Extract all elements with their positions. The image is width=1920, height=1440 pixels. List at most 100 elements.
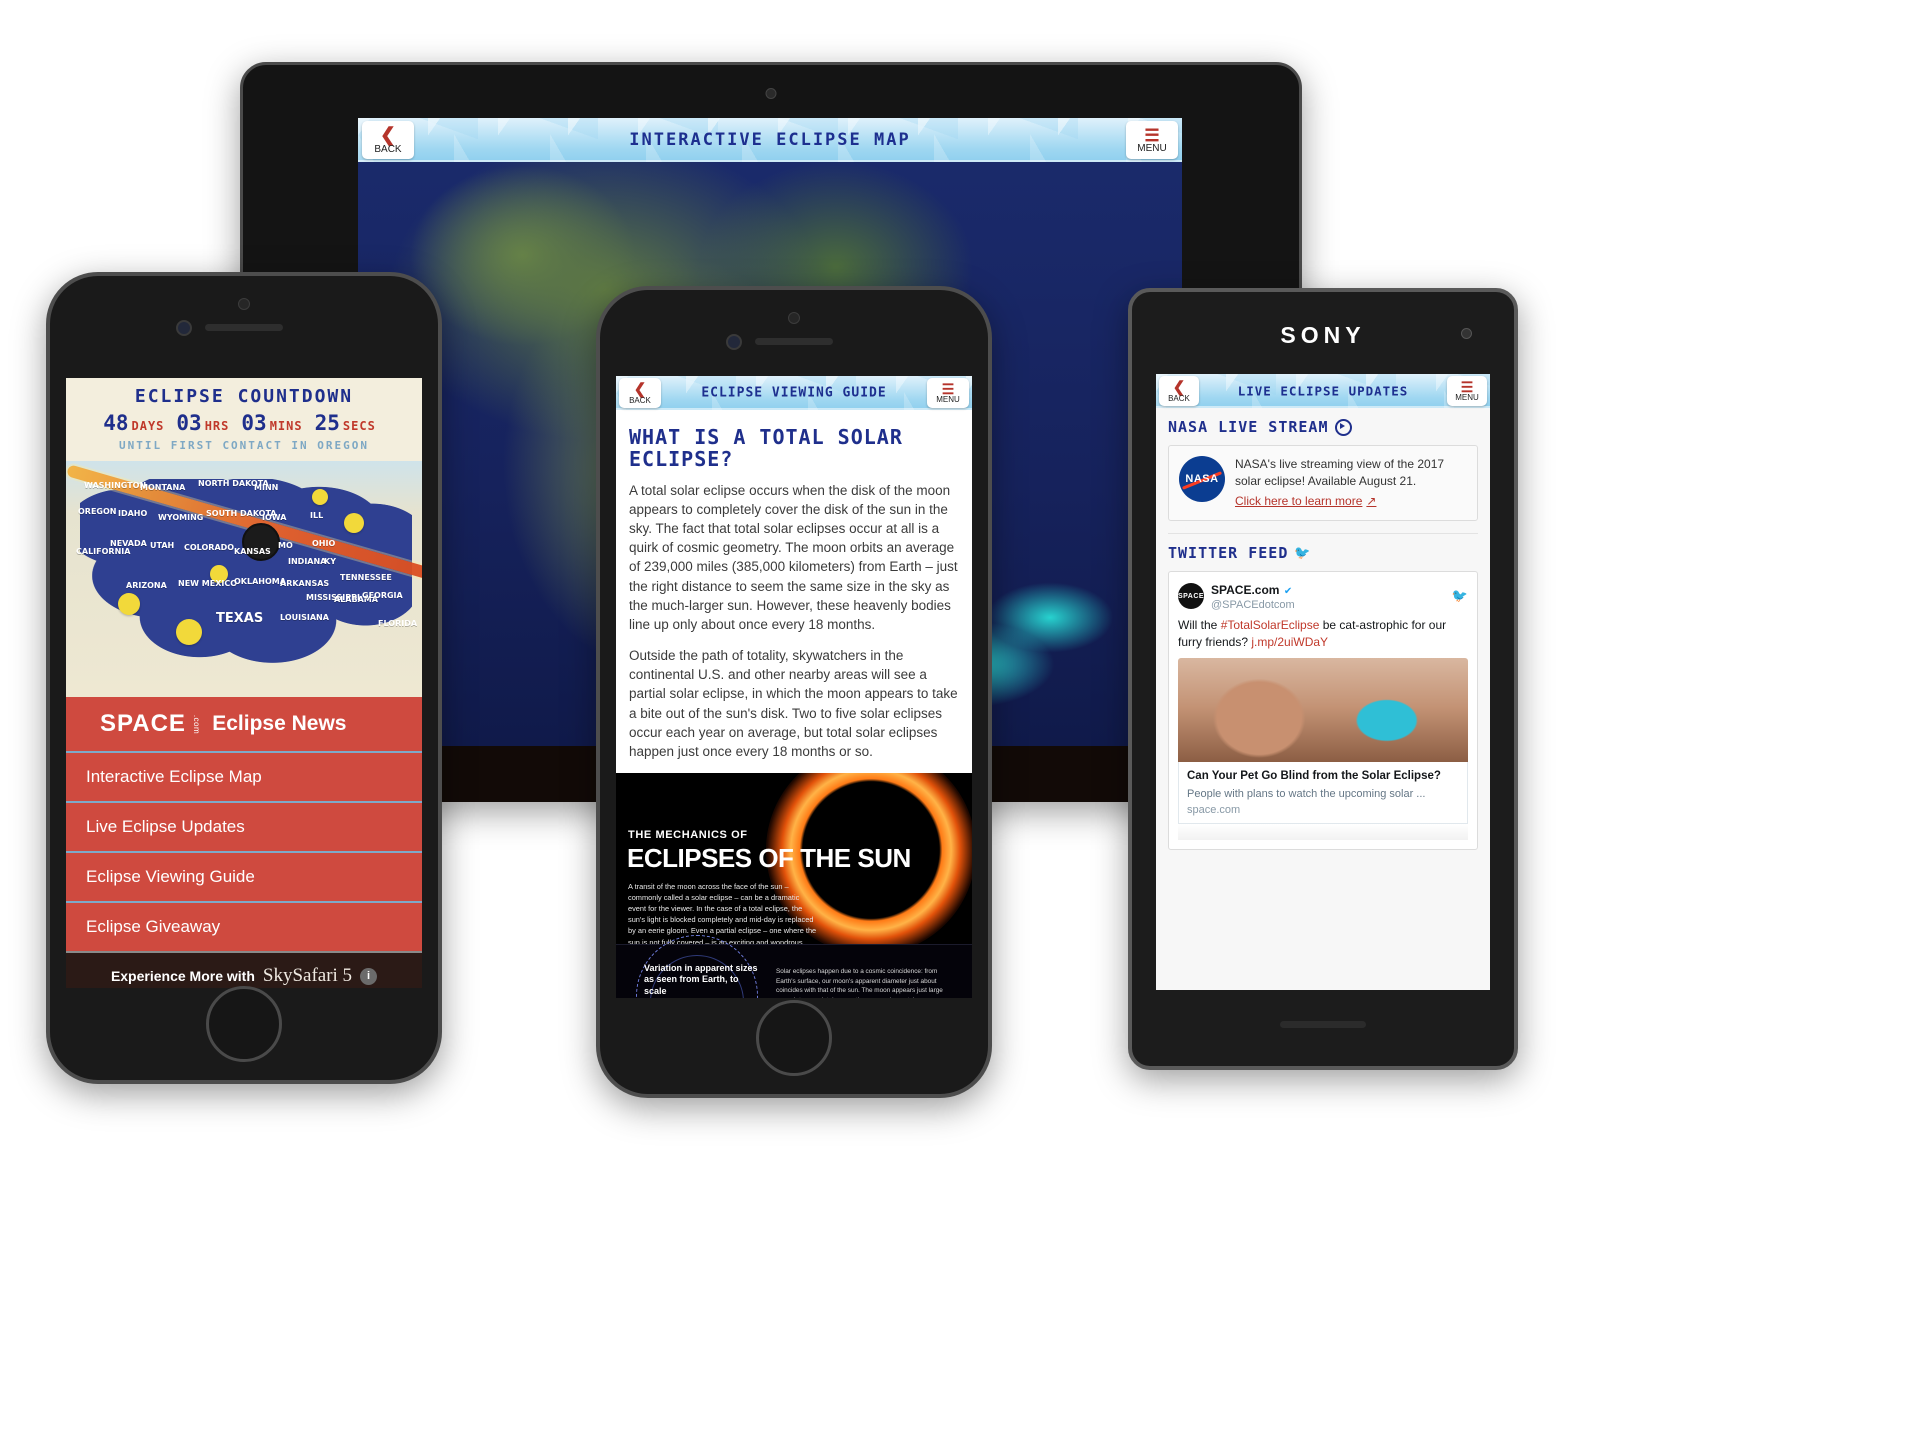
nav-item-label: Interactive Eclipse Map [86, 767, 262, 786]
tweet-hashtag[interactable]: #TotalSolarEclipse [1221, 618, 1320, 632]
section-title-label: NASA LIVE STREAM [1168, 418, 1329, 436]
tweet-media-image[interactable] [1178, 657, 1468, 762]
twitter-feed-section: TWITTER FEED 🐦 SPACE SPACE.com ✔ @SPACEd… [1156, 534, 1490, 850]
tweet-feed-fade [1178, 823, 1468, 840]
tweet-author-row: SPACE.com ✔ [1211, 581, 1295, 599]
article-paragraph-1: A total solar eclipse occurs when the di… [629, 482, 958, 632]
countdown-mins-value: 03 [241, 411, 267, 435]
countdown-values: 48 DAYS 03 HRS 03 MINS 25 SECS [72, 411, 416, 435]
countdown-hours-value: 03 [176, 411, 202, 435]
page-title: LIVE ECLIPSE UPDATES [1237, 383, 1409, 399]
front-camera-icon [726, 334, 742, 350]
section-title-nasa: NASA LIVE STREAM [1168, 418, 1478, 436]
nav-item-eclipse-giveaway[interactable]: Eclipse Giveaway [66, 903, 422, 953]
nav-item-label: Live Eclipse Updates [86, 817, 245, 836]
tweet-card-title: Can Your Pet Go Blind from the Solar Ecl… [1187, 769, 1441, 782]
article-heading: WHAT IS A TOTAL SOLAR ECLIPSE? [629, 425, 903, 472]
nav-item-label: Eclipse Viewing Guide [86, 867, 255, 886]
proximity-sensor-icon [788, 312, 800, 324]
skysafari-promo-bar[interactable]: Experience More with SkySafari 5 i [66, 953, 422, 988]
tweet-link-card[interactable]: Can Your Pet Go Blind from the Solar Ecl… [1178, 761, 1468, 824]
promo-product-label: SkySafari 5 [262, 965, 353, 986]
nav-item-eclipse-viewing-guide[interactable]: Eclipse Viewing Guide [66, 853, 422, 903]
hamburger-icon: ☰ [941, 381, 955, 397]
nasa-card-text: NASA's live streaming view of the 2017 s… [1235, 457, 1445, 489]
guide-article: WHAT IS A TOTAL SOLAR ECLIPSE? A total s… [616, 410, 972, 998]
menu-button[interactable]: ☰ MENU [1447, 376, 1487, 406]
brand-header[interactable]: SPACE .com Eclipse News [66, 697, 422, 753]
nasa-learn-more-link[interactable]: Click here to learn more ↗ [1235, 494, 1376, 508]
us-state-labels: WASHINGTON MONTANA NORTH DAKOTA MINN ORE… [76, 479, 418, 628]
earpiece-speaker [755, 338, 833, 345]
sony-brand-label: SONY [1280, 322, 1366, 348]
brand-tail-label: Eclipse News [212, 712, 347, 735]
play-circle-icon[interactable] [1334, 418, 1352, 436]
avatar: SPACE [1178, 583, 1204, 610]
guide-app-bar: ❮ BACK ECLIPSE VIEWING GUIDE ☰ MENU [616, 376, 972, 410]
phone-left-device: ECLIPSE COUNTDOWN 48 DAYS 03 HRS 03 MINS… [46, 272, 442, 1084]
nasa-logo-icon: NASA [1179, 456, 1225, 502]
phone-right-device: SONY ❮ BACK LIVE ECLIPSE UPDATES ☰ MENU … [1128, 288, 1518, 1070]
front-camera-icon [176, 320, 192, 336]
tweet-link[interactable]: j.mp/2uiWDaY [1251, 635, 1328, 649]
article-paragraph-2: Outside the path of totality, skywatcher… [629, 648, 958, 759]
infographic-title: ECLIPSES OF THE SUN [627, 842, 911, 873]
page-title: ECLIPSE VIEWING GUIDE [701, 385, 887, 401]
menu-button[interactable]: ☰ MENU [1126, 121, 1178, 159]
eclipse-countdown-panel: ECLIPSE COUNTDOWN 48 DAYS 03 HRS 03 MINS… [66, 378, 422, 461]
info-icon[interactable]: i [360, 967, 378, 985]
phone-right-screen: ❮ BACK LIVE ECLIPSE UPDATES ☰ MENU NASA … [1156, 374, 1490, 990]
phone-left-screen: ECLIPSE COUNTDOWN 48 DAYS 03 HRS 03 MINS… [66, 378, 422, 988]
section-title-label: TWITTER FEED [1168, 544, 1289, 563]
menu-button[interactable]: ☰ MENU [927, 378, 969, 408]
nav-item-label: Eclipse Giveaway [86, 917, 221, 936]
page-title: INTERACTIVE ECLIPSE MAP [629, 130, 911, 150]
tweet-author-handle: @SPACEdotcom [1211, 599, 1295, 612]
nav-item-live-eclipse-updates[interactable]: Live Eclipse Updates [66, 803, 422, 853]
updates-app-bar: ❮ BACK LIVE ECLIPSE UPDATES ☰ MENU [1156, 374, 1490, 408]
tweet-card-description: People with plans to watch the upcoming … [1187, 787, 1426, 800]
tablet-front-camera-icon [765, 88, 777, 99]
phone-center-device: ❮ BACK ECLIPSE VIEWING GUIDE ☰ MENU WHAT… [596, 286, 992, 1098]
verified-badge-icon: ✔ [1283, 586, 1293, 598]
hamburger-icon: ☰ [1460, 379, 1474, 395]
nav-item-interactive-eclipse-map[interactable]: Interactive Eclipse Map [66, 753, 422, 803]
space-brand-dotcom: .com [192, 714, 202, 734]
external-link-icon: ↗ [1366, 494, 1377, 509]
tablet-app-bar: ❮ BACK INTERACTIVE ECLIPSE MAP ☰ MENU [358, 118, 1182, 162]
countdown-days-value: 48 [103, 411, 129, 435]
promo-lead-label: Experience More with [110, 968, 255, 984]
nasa-learn-more-label: Click here to learn more [1235, 494, 1363, 509]
countdown-mins-unit: MINS [269, 419, 303, 433]
front-camera-icon [1461, 328, 1472, 339]
nasa-live-stream-section: NASA LIVE STREAM NASA NASA's live stream… [1156, 408, 1490, 535]
hamburger-icon: ☰ [1144, 125, 1160, 145]
us-eclipse-path-map[interactable]: WASHINGTON MONTANA NORTH DAKOTA MINN ORE… [66, 461, 422, 697]
tweet-card[interactable]: SPACE SPACE.com ✔ @SPACEdotcom 🐦 Will th… [1168, 571, 1478, 850]
proximity-sensor-icon [238, 298, 250, 310]
countdown-title: ECLIPSE COUNTDOWN [134, 386, 354, 407]
section-title-twitter: TWITTER FEED 🐦 [1168, 544, 1478, 562]
menu-button-label: MENU [936, 395, 960, 404]
nasa-stream-card[interactable]: NASA NASA's live streaming view of the 2… [1168, 445, 1478, 522]
home-button[interactable] [206, 986, 282, 1062]
bottom-speaker [1280, 1021, 1366, 1028]
menu-button-label: MENU [1455, 393, 1479, 402]
eclipse-nav-list: SPACE .com Eclipse News Interactive Ecli… [66, 697, 422, 953]
infographic-kicker: THE MECHANICS OF [628, 828, 748, 841]
tweet-text: Will the #TotalSolarEclipse be cat-astro… [1178, 617, 1468, 651]
home-button[interactable] [756, 1000, 832, 1076]
infographic-panel-title: Variation in apparent sizes as seen from… [644, 963, 758, 996]
tweet-author-name: SPACE.com [1211, 583, 1280, 598]
countdown-secs-unit: SECS [342, 419, 376, 433]
tweet-text-before: Will the [1178, 618, 1221, 633]
earpiece-speaker [205, 324, 283, 331]
countdown-days-unit: DAYS [131, 419, 165, 433]
infographic-panel-text: Solar eclipses happen due to a cosmic co… [776, 967, 943, 998]
infographic-lower-panel: Variation in apparent sizes as seen from… [616, 934, 972, 998]
tweet-header: SPACE SPACE.com ✔ @SPACEdotcom 🐦 [1178, 581, 1468, 611]
twitter-bird-icon: 🐦 [1451, 588, 1468, 604]
countdown-secs-value: 25 [314, 411, 340, 435]
eclipse-infographic[interactable]: THE MECHANICS OF ECLIPSES OF THE SUN A t… [616, 772, 972, 998]
menu-button-label: MENU [1137, 142, 1167, 154]
